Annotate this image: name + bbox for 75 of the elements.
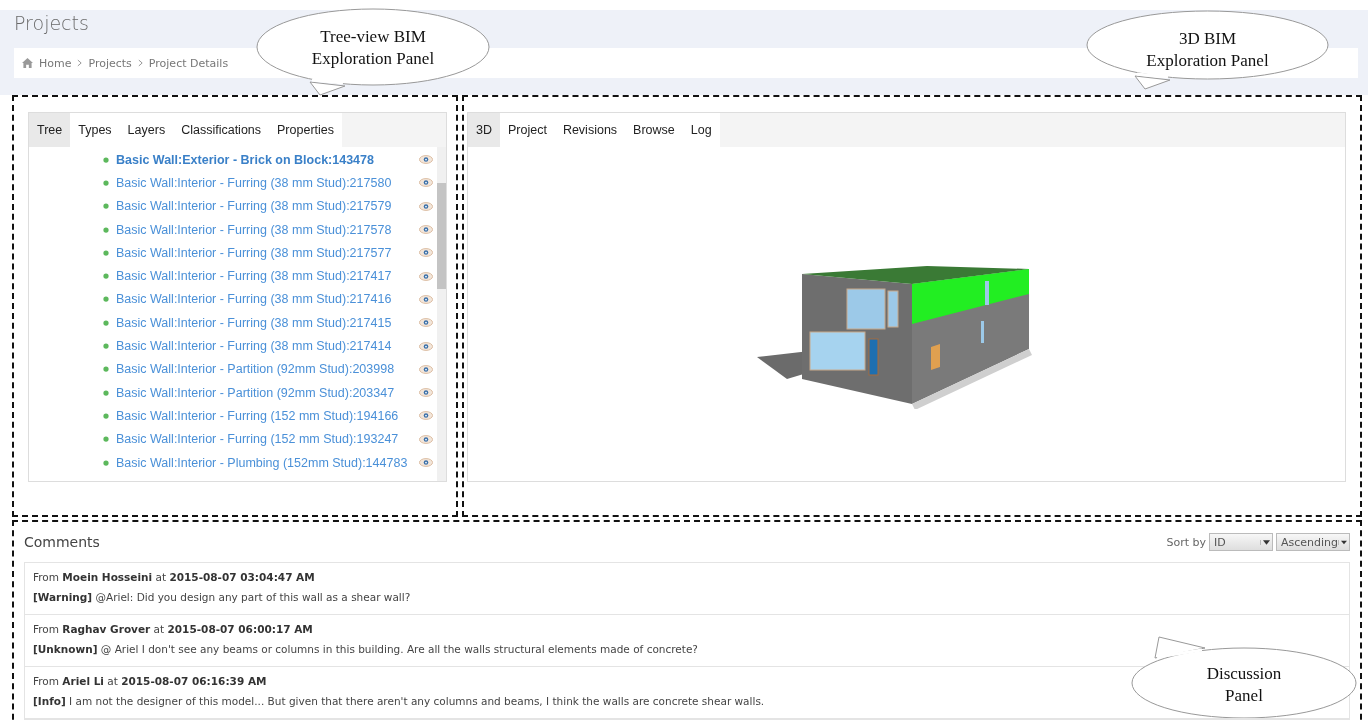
tree-item[interactable]: Basic Wall:Interior - Furring (38 mm Stud):217579 <box>116 199 419 214</box>
status-dot-icon <box>103 249 109 256</box>
status-dot-icon <box>103 319 109 326</box>
tab[interactable]: 3D <box>468 113 500 147</box>
chevron-icon <box>77 59 83 67</box>
eye-icon[interactable] <box>419 434 433 444</box>
status-dot-icon <box>103 156 109 163</box>
eye-icon[interactable] <box>419 458 433 467</box>
tree-item[interactable]: Basic Wall:Interior - Plumbing (152mm Stud):144783 <box>116 455 419 470</box>
eye-icon[interactable] <box>419 271 433 281</box>
tab[interactable]: Log <box>682 113 720 147</box>
tab[interactable]: Browse <box>625 113 683 147</box>
tree-item[interactable]: Basic Wall:Interior - Partition (92mm Stud):203998 <box>116 362 419 377</box>
tree-item[interactable]: Basic Wall:Exterior - Brick on Block:143478 <box>116 152 419 167</box>
comment-text: [Unknown] @ Ariel I don't see any beams or columns in this building. Are all the walls structural elements made of concrete? <box>33 643 699 655</box>
eye-icon[interactable] <box>419 178 433 188</box>
tree-item[interactable]: Basic Wall:Interior - Furring (152 mm Stud):194166 <box>116 408 419 423</box>
callout-text: 3D BIM Exploration Panel <box>1146 28 1269 72</box>
tree-item[interactable]: Basic Wall:Interior - Furring (38 mm Stud):217578 <box>116 222 419 237</box>
tree-item[interactable]: Basic Wall:Interior - Furring (38 mm Stud):217417 <box>116 269 419 284</box>
status-dot-icon <box>103 296 109 303</box>
tab[interactable]: Properties <box>269 113 342 147</box>
tree-item[interactable]: Basic Wall:Interior - Furring (38 mm Stud):217415 <box>116 315 419 330</box>
status-dot-icon <box>103 389 109 396</box>
breadcrumb-link[interactable]: Project Details <box>148 56 229 70</box>
comment-text: [Warning] @Ariel: Did you design any part of this wall as a shear wall? <box>33 591 412 603</box>
status-dot-icon <box>103 273 109 280</box>
status-dot-icon <box>103 203 109 210</box>
eye-icon[interactable] <box>419 225 433 235</box>
tree-item[interactable]: Basic Wall:Interior - Furring (38 mm Stud):217577 <box>116 245 419 260</box>
breadcrumb-link[interactable]: Home <box>39 56 72 70</box>
status-dot-icon <box>103 343 109 349</box>
tab[interactable]: Project <box>500 113 555 147</box>
status-dot-icon <box>103 436 109 443</box>
page-title: Projects <box>14 11 89 36</box>
status-dot-icon <box>103 366 109 373</box>
caret-icon <box>1260 539 1270 545</box>
tab[interactable]: Revisions <box>554 113 626 147</box>
sort-label: Sort by <box>1166 535 1206 549</box>
caret-icon <box>1338 539 1347 545</box>
tab[interactable]: Classifications <box>173 113 270 147</box>
eye-icon[interactable] <box>419 364 433 374</box>
eye-icon[interactable] <box>419 248 433 258</box>
breadcrumb-link[interactable]: Projects <box>88 56 132 70</box>
callout-text: Discussion Panel <box>1206 663 1282 707</box>
eye-icon[interactable] <box>419 294 433 304</box>
status-dot-icon <box>103 459 109 466</box>
eye-icon[interactable] <box>419 388 433 398</box>
tab[interactable]: Layers <box>119 113 174 147</box>
comment-header: From Ariel Li at 2015-08-07 06:16:39 AM <box>33 675 268 687</box>
comment-header: From Raghav Grover at 2015-08-07 06:00:17 AM <box>33 623 314 635</box>
tree-item[interactable]: Basic Wall:Interior - Furring (152 mm Stud):193247 <box>116 432 419 447</box>
eye-icon[interactable] <box>419 318 433 328</box>
eye-icon[interactable] <box>419 341 433 351</box>
scrollbar[interactable] <box>437 147 446 481</box>
eye-icon[interactable] <box>419 201 433 211</box>
scrollbar-thumb[interactable] <box>437 183 446 289</box>
tree-item[interactable]: Basic Wall:Interior - Furring (38 mm Stud):217580 <box>116 175 419 190</box>
sort-order-select[interactable]: Ascending <box>1276 533 1350 551</box>
tree-item[interactable]: Basic Wall:Interior - Furring (38 mm Stud):217416 <box>116 292 419 307</box>
comment-header: From Moein Hosseini at 2015-08-07 03:04:47 AM <box>33 571 316 583</box>
tree-item[interactable]: Basic Wall:Interior - Partition (92mm Stud):203347 <box>116 385 419 400</box>
status-dot-icon <box>103 412 109 419</box>
tree-item[interactable]: Basic Wall:Interior - Furring (38 mm Stud):217414 <box>116 339 419 353</box>
home-icon <box>22 58 33 68</box>
chevron-icon <box>137 59 143 67</box>
sort-field-select[interactable]: ID <box>1209 533 1273 551</box>
tab[interactable]: Types <box>70 113 120 147</box>
status-dot-icon <box>103 226 109 233</box>
comments-heading: Comments <box>24 534 100 550</box>
tab[interactable]: Tree <box>29 113 71 147</box>
eye-icon[interactable] <box>419 155 433 165</box>
status-dot-icon <box>103 179 109 186</box>
eye-icon[interactable] <box>419 411 433 421</box>
callout-text: Tree-view BIM Exploration Panel <box>311 26 435 70</box>
